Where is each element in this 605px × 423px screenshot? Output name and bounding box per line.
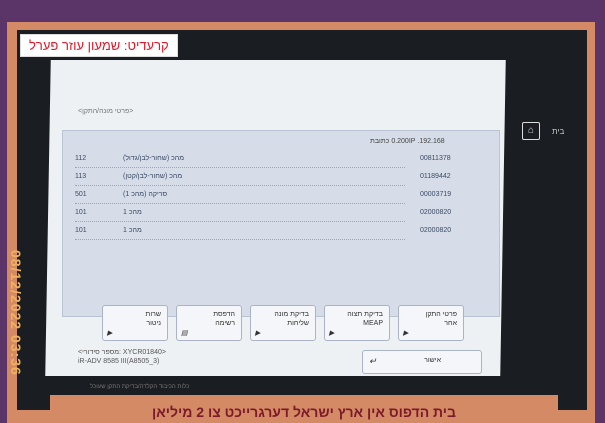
play-icon: ▶	[403, 330, 409, 337]
counter-desc: מהכ 1	[123, 209, 142, 216]
caption: בית הדפוס אין ארץ ישראל דערגרייכט צו 2 מ…	[50, 395, 558, 423]
send-counter-button[interactable]: בדיקת מונה שליחות ▶	[250, 305, 316, 341]
counter-value: 02000820	[420, 209, 452, 216]
serial-number: <מספר סידורי: XYCR01840>	[78, 349, 166, 356]
device-details-button[interactable]: פרטי התקן אחר ▶	[398, 305, 464, 341]
button-label: שרות ניטור	[145, 311, 161, 327]
counter-desc: סריקה (מהכ 1)	[123, 191, 168, 198]
model-name: iR-ADV 8585 III(A8505_3)	[78, 358, 160, 365]
counter-value: 01189442	[420, 173, 451, 180]
table-row: 101 מהכ 1 02000820	[75, 207, 451, 222]
home-icon[interactable]: ⌂	[522, 122, 540, 140]
home-label: בית	[552, 127, 565, 136]
button-label: הדפסת רשימה	[213, 311, 235, 327]
counter-value: 00003719	[420, 191, 452, 198]
enter-icon: ↵	[369, 356, 377, 366]
counter-desc: מהכ 1	[123, 227, 142, 234]
button-label: בדיקת מונה שליחות	[274, 311, 309, 327]
ok-label: אישור	[424, 357, 441, 364]
print-list-button[interactable]: הדפסת רשימה ▤	[176, 305, 242, 341]
counter-number: 101	[75, 209, 87, 216]
button-label: בדיקת תצוה MEAP	[347, 311, 383, 327]
play-icon: ▶	[255, 330, 261, 337]
date-stamp: 08/12/2022 03:36	[8, 250, 24, 376]
counter-value: 02000820	[420, 227, 452, 234]
counter-number: 101	[75, 227, 87, 234]
path-label: <פרטי מונה/התקן>	[78, 108, 134, 115]
meap-check-button[interactable]: בדיקת תצוה MEAP ▶	[324, 305, 390, 341]
play-icon: ▶	[329, 330, 335, 337]
counter-number: 113	[75, 173, 87, 180]
table-row: 112 מהכ (שחור-לבן/גדול) 00811378	[75, 153, 451, 168]
status-text: כלות הכיבוד הקלדה/בדיקת התקן שעוכל	[90, 384, 190, 390]
table-row: 501 סריקה (מהכ 1) 00003719	[75, 189, 451, 204]
counter-value: 00811378	[420, 155, 451, 162]
ok-button[interactable]: אישור ↵	[362, 350, 482, 374]
counter-number: 501	[75, 191, 87, 198]
table-row: 101 מהכ 1 02000820	[75, 225, 451, 240]
table-row: 113 מהכ (שחור-לבן/קטן) 01189442	[75, 171, 451, 186]
ip-address: 192.168. 0.200IP כתובת	[370, 138, 445, 145]
printer-icon: ▤	[181, 330, 188, 337]
counter-desc: מהכ (שחור-לבן/גדול)	[123, 155, 185, 162]
credit-label: קרעדיט: שמעון עוזר פערל	[20, 34, 178, 57]
button-label: פרטי התקן אחר	[425, 311, 457, 327]
counter-number: 112	[75, 155, 87, 162]
counter-desc: מהכ (שחור-לבן/קטן)	[123, 173, 183, 180]
serial-info: <מספר סידורי: XYCR01840> iR-ADV 8585 III…	[78, 348, 166, 366]
monitoring-service-button[interactable]: שרות ניטור ▶	[102, 305, 168, 341]
play-icon: ▶	[107, 330, 113, 337]
